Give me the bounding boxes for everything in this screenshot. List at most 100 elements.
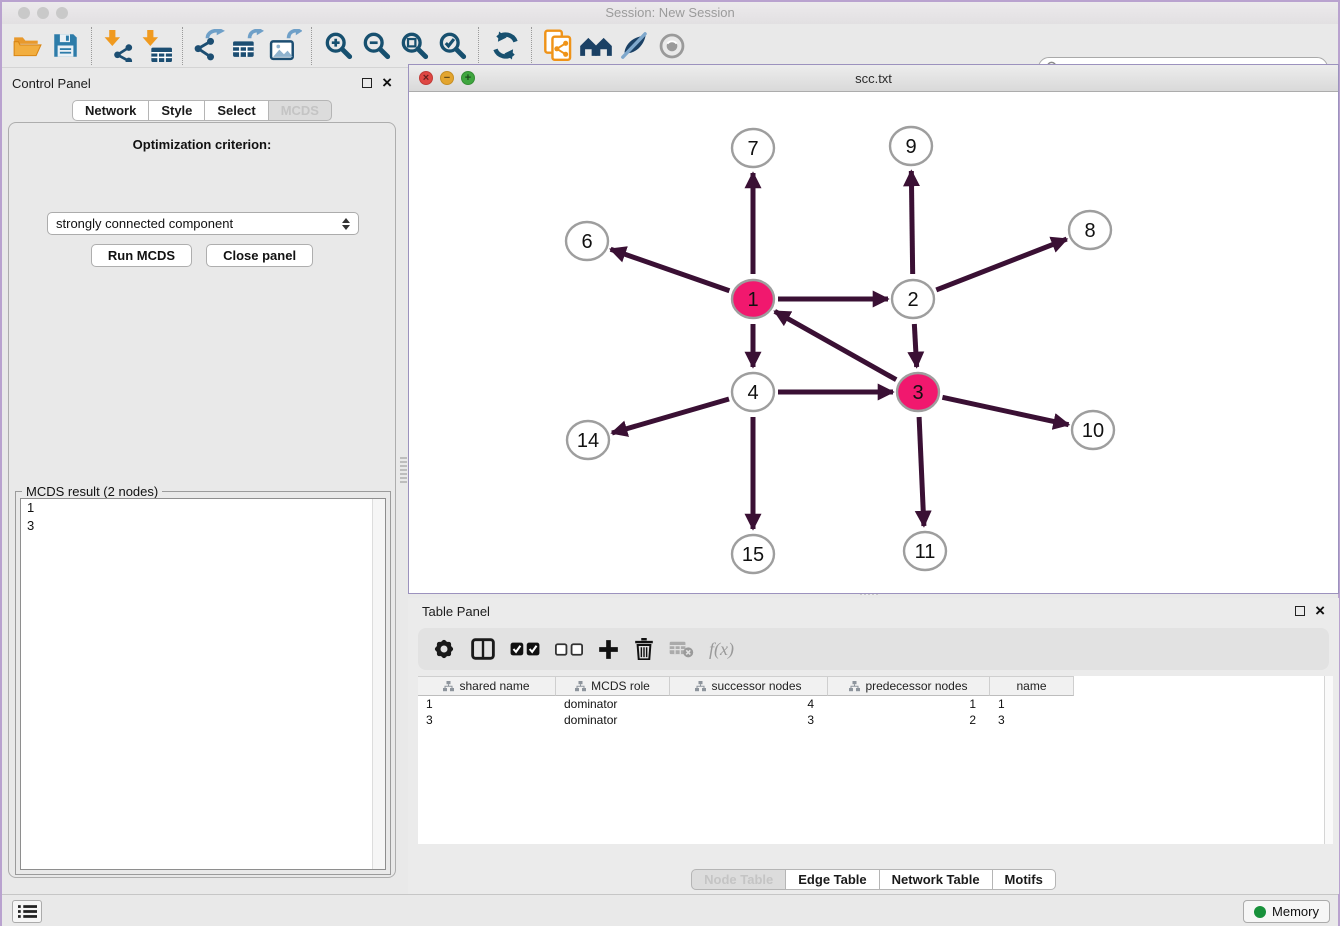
table-settings-gear-icon[interactable]	[432, 637, 456, 661]
save-session-icon[interactable]	[46, 27, 84, 65]
toolbar-separator	[531, 27, 532, 65]
graph-node[interactable]: 3	[897, 373, 939, 411]
graph-node[interactable]: 7	[732, 129, 774, 167]
dropdown-stepper-icon	[342, 218, 350, 230]
column-header[interactable]: name	[990, 676, 1074, 696]
close-table-panel-icon[interactable]: ×	[1315, 606, 1325, 616]
zoom-fit-icon[interactable]	[395, 27, 433, 65]
zoom-selected-icon[interactable]	[433, 27, 471, 65]
graph-node[interactable]: 14	[567, 421, 609, 459]
svg-text:10: 10	[1082, 420, 1104, 442]
graphics-details-icon[interactable]	[615, 27, 653, 65]
close-panel-icon[interactable]: ×	[382, 78, 392, 88]
graph-node[interactable]: 6	[566, 222, 608, 260]
export-table-icon[interactable]	[228, 27, 266, 65]
create-column-icon[interactable]	[598, 639, 619, 660]
refresh-icon[interactable]	[486, 27, 524, 65]
network-canvas[interactable]: 7 9 6 8 1 2 4 3 14 10 15 11	[409, 92, 1338, 593]
window-minimize-icon[interactable]: −	[440, 71, 454, 85]
tab-network[interactable]: Network	[72, 100, 149, 121]
mcds-panel: Optimization criterion: strongly connect…	[8, 122, 396, 878]
graph-node[interactable]: 10	[1072, 411, 1114, 449]
float-panel-icon[interactable]	[362, 78, 372, 88]
toolbar-separator	[311, 27, 312, 65]
close-panel-button[interactable]: Close panel	[206, 244, 313, 267]
vertical-splitter-handle[interactable]	[400, 457, 407, 483]
column-header[interactable]: predecessor nodes	[828, 676, 990, 696]
graph-edge	[612, 399, 729, 433]
graph-node[interactable]: 1	[732, 280, 774, 318]
network-window-titlebar[interactable]: × − + scc.txt	[409, 65, 1338, 92]
svg-text:11: 11	[915, 541, 936, 563]
graph-node[interactable]: 8	[1069, 211, 1111, 249]
tab-node-table[interactable]: Node Table	[691, 869, 786, 890]
copy-network-view-icon[interactable]	[539, 27, 577, 65]
column-tree-icon	[695, 681, 706, 692]
graph-edge	[911, 171, 912, 274]
zoom-out-icon[interactable]	[357, 27, 395, 65]
deselect-all-rows-icon[interactable]	[555, 643, 583, 656]
control-panel: Control Panel × Network Style Select MCD…	[2, 70, 402, 882]
tab-select[interactable]: Select	[204, 100, 268, 121]
criterion-dropdown-value: strongly connected component	[56, 216, 342, 231]
show-columns-icon[interactable]	[471, 638, 495, 660]
result-scrollbar[interactable]	[372, 499, 385, 869]
node-table-header[interactable]: shared nameMCDS rolesuccessor nodesprede…	[418, 676, 1333, 696]
zoom-in-icon[interactable]	[319, 27, 357, 65]
export-network-icon[interactable]	[190, 27, 228, 65]
graph-node[interactable]: 15	[732, 535, 774, 573]
mcds-result-item[interactable]: 3	[21, 517, 385, 535]
column-tree-icon	[575, 681, 586, 692]
export-image-icon[interactable]	[266, 27, 304, 65]
tab-style[interactable]: Style	[148, 100, 205, 121]
table-panel: Table Panel × f(x) shared nameMCDS roles…	[408, 598, 1339, 894]
open-session-icon[interactable]	[8, 27, 46, 65]
optimization-criterion-label: Optimization criterion:	[9, 137, 395, 152]
network-graph[interactable]: 7 9 6 8 1 2 4 3 14 10 15 11	[409, 92, 1338, 593]
graph-node[interactable]: 4	[732, 373, 774, 411]
graph-edge	[914, 324, 916, 367]
column-header[interactable]: shared name	[418, 676, 556, 696]
import-network-icon[interactable]	[99, 27, 137, 65]
criterion-dropdown[interactable]: strongly connected component	[47, 212, 359, 235]
tab-motifs[interactable]: Motifs	[992, 869, 1056, 890]
svg-text:9: 9	[905, 136, 916, 158]
svg-text:3: 3	[912, 382, 923, 404]
table-row[interactable]: 3dominator323	[418, 712, 1333, 728]
select-all-rows-icon[interactable]	[510, 642, 540, 656]
import-table-icon[interactable]	[137, 27, 175, 65]
tab-network-table[interactable]: Network Table	[879, 869, 993, 890]
run-mcds-button[interactable]: Run MCDS	[91, 244, 192, 267]
tab-mcds[interactable]: MCDS	[268, 100, 332, 121]
window-zoom-icon[interactable]: +	[461, 71, 475, 85]
mcds-result-list[interactable]: 13	[20, 498, 386, 870]
network-view-window: × − + scc.txt 7 9 6 8 1 2 4 3 14 10 15 11	[408, 64, 1339, 594]
node-table[interactable]: shared nameMCDS rolesuccessor nodesprede…	[418, 676, 1333, 844]
graph-edge	[942, 397, 1068, 424]
graph-edge	[775, 311, 896, 379]
show-task-history-button[interactable]	[12, 900, 42, 923]
memory-button[interactable]: Memory	[1243, 900, 1330, 923]
window-close-icon[interactable]: ×	[419, 71, 433, 85]
control-panel-tabs: Network Style Select MCDS	[2, 100, 402, 121]
graph-node[interactable]: 11	[904, 532, 946, 570]
svg-text:2: 2	[907, 289, 918, 311]
toolbar-separator	[478, 27, 479, 65]
table-row[interactable]: 1dominator411	[418, 696, 1333, 712]
graph-node[interactable]: 2	[892, 280, 934, 318]
graph-node[interactable]: 9	[890, 127, 932, 165]
main-toolbar	[2, 24, 1338, 68]
column-header[interactable]: MCDS role	[556, 676, 670, 696]
svg-text:14: 14	[577, 430, 599, 452]
table-scrollbar[interactable]	[1324, 676, 1333, 844]
delete-column-icon[interactable]	[634, 638, 654, 660]
column-header[interactable]: successor nodes	[670, 676, 828, 696]
home-icon[interactable]	[577, 27, 615, 65]
graph-edge	[936, 239, 1066, 290]
mcds-result-item[interactable]: 1	[21, 499, 385, 517]
function-builder-icon-disabled: f(x)	[709, 639, 734, 660]
tab-edge-table[interactable]: Edge Table	[785, 869, 879, 890]
window-traffic-lights[interactable]	[18, 7, 68, 19]
eye-icon[interactable]	[653, 27, 691, 65]
float-table-panel-icon[interactable]	[1295, 606, 1305, 616]
